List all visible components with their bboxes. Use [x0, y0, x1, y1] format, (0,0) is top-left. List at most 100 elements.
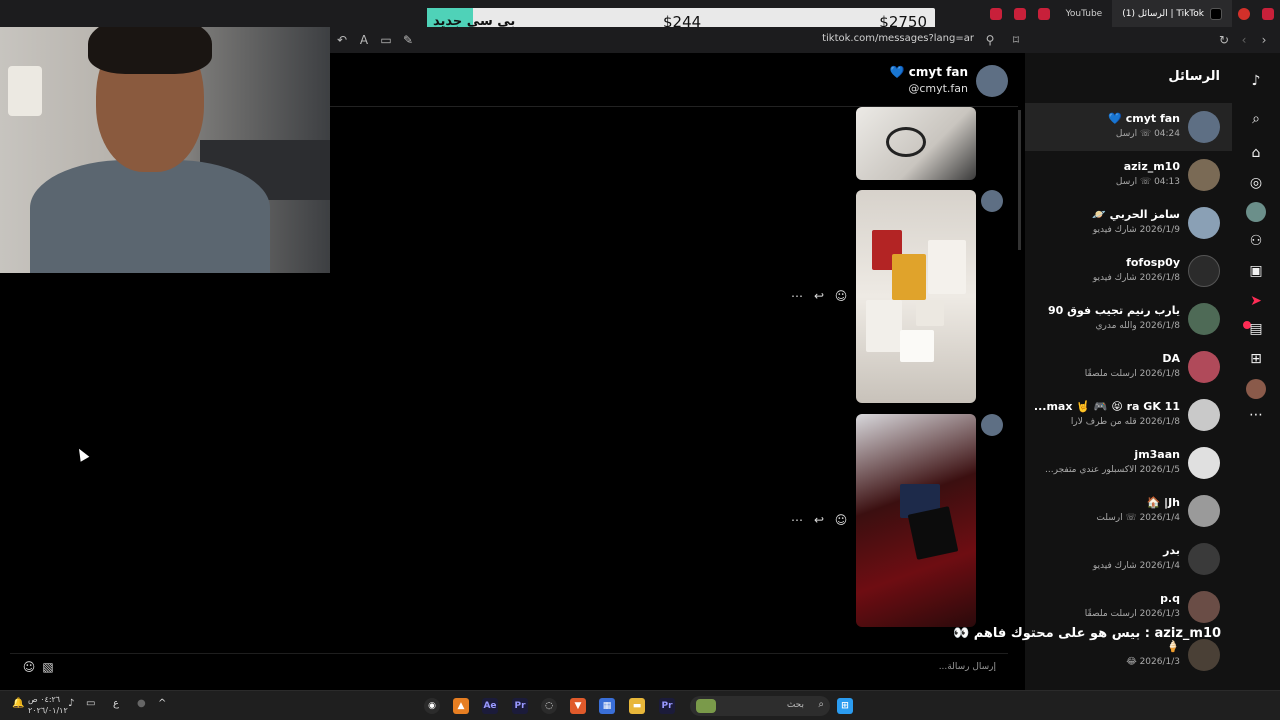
pen-icon[interactable]: ✎: [400, 32, 416, 48]
chat-name[interactable]: cmyt fan 💙: [890, 65, 968, 79]
reload-icon[interactable]: ↻: [1216, 32, 1232, 48]
screen-icon[interactable]: ▭: [378, 32, 394, 48]
conversation-item[interactable]: DA 2026/1/8 ارسلت ملصقًا: [1025, 343, 1232, 391]
search-highlight-icon: [696, 699, 716, 713]
youtube-pinned-icon-2[interactable]: [1013, 7, 1026, 20]
conversation-item[interactable]: p.q 2026/1/3 ارسلت ملصقًا: [1025, 583, 1232, 631]
activity-icon[interactable]: ➤: [1246, 291, 1266, 311]
notification-bell-icon[interactable]: 🔔: [12, 698, 24, 709]
language-indicator[interactable]: ع: [113, 698, 119, 709]
volume-icon[interactable]: ♪: [68, 698, 74, 709]
vlc-taskbar-icon[interactable]: ▲: [453, 698, 469, 714]
explore-icon[interactable]: ◎: [1246, 173, 1266, 193]
conversation-name: Jh| 🏠: [1146, 496, 1180, 509]
inbox-scrollbar[interactable]: [1018, 110, 1021, 250]
premiere-icon-2[interactable]: Pr: [659, 698, 675, 714]
bookmark-icon[interactable]: ⌑: [1008, 32, 1024, 48]
youtube-pinned-icon-1[interactable]: [989, 7, 1002, 20]
taskbar-search[interactable]: بحث ⌕: [690, 696, 830, 716]
translate-icon[interactable]: A: [356, 32, 372, 48]
conversation-item[interactable]: cmyt fan 💙 04:24 ☏ ارسل: [1025, 103, 1232, 151]
message-image-3[interactable]: [856, 414, 976, 627]
address-bar[interactable]: tiktok.com/messages?lang=ar: [822, 33, 974, 44]
message-image-1[interactable]: [856, 107, 976, 180]
clock-time: ٠٤:٢٦ ص: [28, 695, 61, 704]
tiktok-logo-icon[interactable]: ♪: [1246, 71, 1266, 91]
home-icon[interactable]: ⌂: [1246, 143, 1266, 163]
conversation-preview: 2026/1/8 قله من طرف لارا: [1070, 417, 1180, 427]
conversation-preview: 2026/1/5 الاكسبلور عندي متفجر...: [1045, 465, 1180, 475]
tiktok-nav-rail: ♪ ⌕ ⌂ ◎ ⚇ ▣ ➤ ▤ ⊞ ⋯: [1232, 53, 1280, 690]
chat-avatar[interactable]: [976, 65, 1008, 97]
reply-icon[interactable]: ↩: [812, 289, 826, 303]
undo-icon[interactable]: ↶: [334, 32, 350, 48]
windows-start-icon[interactable]: ⊞: [837, 698, 853, 714]
youtube-pinned-icon-3[interactable]: [1037, 7, 1050, 20]
message-avatar[interactable]: [981, 190, 1003, 212]
network-icon[interactable]: ▭: [86, 698, 95, 709]
conversation-preview: 2026/1/8 شارك فيديو: [1092, 273, 1180, 283]
emoji-react-icon[interactable]: ☺: [834, 513, 848, 527]
premiere-icon-1[interactable]: Pr: [512, 698, 528, 714]
conversation-preview: 2026/1/9 شارك فيديو: [1092, 225, 1180, 235]
conversation-name: بدر: [1163, 544, 1180, 557]
brave-taskbar-icon[interactable]: ▼: [570, 698, 586, 714]
conversation-item[interactable]: بدر 2026/1/4 شارك فيديو: [1025, 535, 1232, 583]
message-image-2[interactable]: [856, 190, 976, 403]
forward-icon[interactable]: ›: [1256, 32, 1272, 48]
avatar: [1188, 207, 1220, 239]
messages-icon[interactable]: ▤: [1246, 319, 1266, 339]
system-clock[interactable]: ٠٤:٢٦ ص ٢٠٢٦/٠١/١٢: [28, 694, 68, 716]
following-avatar-icon[interactable]: [1246, 202, 1266, 222]
conversation-name: يارب رنيم تجيب فوق 90: [1048, 304, 1180, 317]
friends-icon[interactable]: ⚇: [1246, 231, 1266, 251]
search-icon: ⌕: [818, 699, 824, 710]
avatar: [1188, 639, 1220, 671]
conversation-item[interactable]: jm3aan 2026/1/5 الاكسبلور عندي متفجر...: [1025, 439, 1232, 487]
message-composer: ☺ ▧ إرسال رسالة...: [10, 653, 1008, 680]
emoji-icon[interactable]: ☺: [22, 660, 36, 674]
brave-pinned-icon[interactable]: [1238, 7, 1250, 20]
clock-date: ٢٠٢٦/٠١/١٢: [28, 706, 68, 715]
extension-icon[interactable]: ⚲: [982, 32, 998, 48]
conversation-item[interactable]: يارب رنيم تجيب فوق 90 2026/1/8 والله مدر…: [1025, 295, 1232, 343]
message-input[interactable]: إرسال رسالة...: [939, 662, 996, 672]
tray-chevron-icon[interactable]: ^: [158, 698, 166, 709]
chat-handle: cmyt.fan@: [908, 82, 968, 95]
tab-youtube[interactable]: YouTube: [1056, 0, 1113, 27]
emoji-react-icon[interactable]: ☺: [834, 289, 848, 303]
conversation-name: cmyt fan 💙: [1108, 112, 1180, 125]
search-icon[interactable]: ⌕: [1246, 109, 1266, 129]
message-avatar[interactable]: [981, 414, 1003, 436]
more-icon[interactable]: ⋯: [1246, 405, 1266, 425]
conversation-item[interactable]: سامز الحربي 🪐 2026/1/9 شارك فيديو: [1025, 199, 1232, 247]
obs-taskbar-icon[interactable]: ◉: [424, 698, 440, 714]
conversation-name: jm3aan: [1134, 448, 1180, 461]
upload-icon[interactable]: ⊞: [1246, 349, 1266, 369]
reply-icon[interactable]: ↩: [812, 513, 826, 527]
profile-avatar-icon[interactable]: [1246, 379, 1266, 399]
conversation-item[interactable]: fofosp0y 2026/1/8 شارك فيديو: [1025, 247, 1232, 295]
back-icon[interactable]: ‹: [1236, 32, 1252, 48]
avatar: [1188, 351, 1220, 383]
app-circle-icon[interactable]: ◌: [541, 698, 557, 714]
conversation-preview: 2026/1/4 ☏ ارسلت: [1096, 513, 1180, 523]
conversation-item[interactable]: max 🤘 🎮 😝 ra GK 11... 2026/1/8 قله من طر…: [1025, 391, 1232, 439]
conversation-item[interactable]: Jh| 🏠 2026/1/4 ☏ ارسلت: [1025, 487, 1232, 535]
message-actions-3: ⋯ ↩ ☺: [790, 513, 848, 527]
image-upload-icon[interactable]: ▧: [41, 660, 55, 674]
youtube-pinned-icon-4[interactable]: [1262, 7, 1274, 20]
tab-tiktok[interactable]: (1) الرسائل | TikTok: [1112, 0, 1232, 27]
live-icon[interactable]: ▣: [1246, 261, 1266, 281]
store-taskbar-icon[interactable]: ▦: [599, 698, 615, 714]
more-icon[interactable]: ⋯: [790, 513, 804, 527]
more-icon[interactable]: ⋯: [790, 289, 804, 303]
webcam-person-body: [30, 160, 270, 273]
after-effects-icon[interactable]: Ae: [482, 698, 498, 714]
conversation-item[interactable]: aziz_m10 04:13 ☏ ارسل: [1025, 151, 1232, 199]
microphone-icon[interactable]: ●: [137, 698, 146, 709]
webcam-overlay: [0, 0, 330, 273]
mouse-cursor: [74, 446, 90, 462]
inbox-title: الرسائل: [1168, 69, 1220, 84]
file-explorer-icon[interactable]: ▬: [629, 698, 645, 714]
